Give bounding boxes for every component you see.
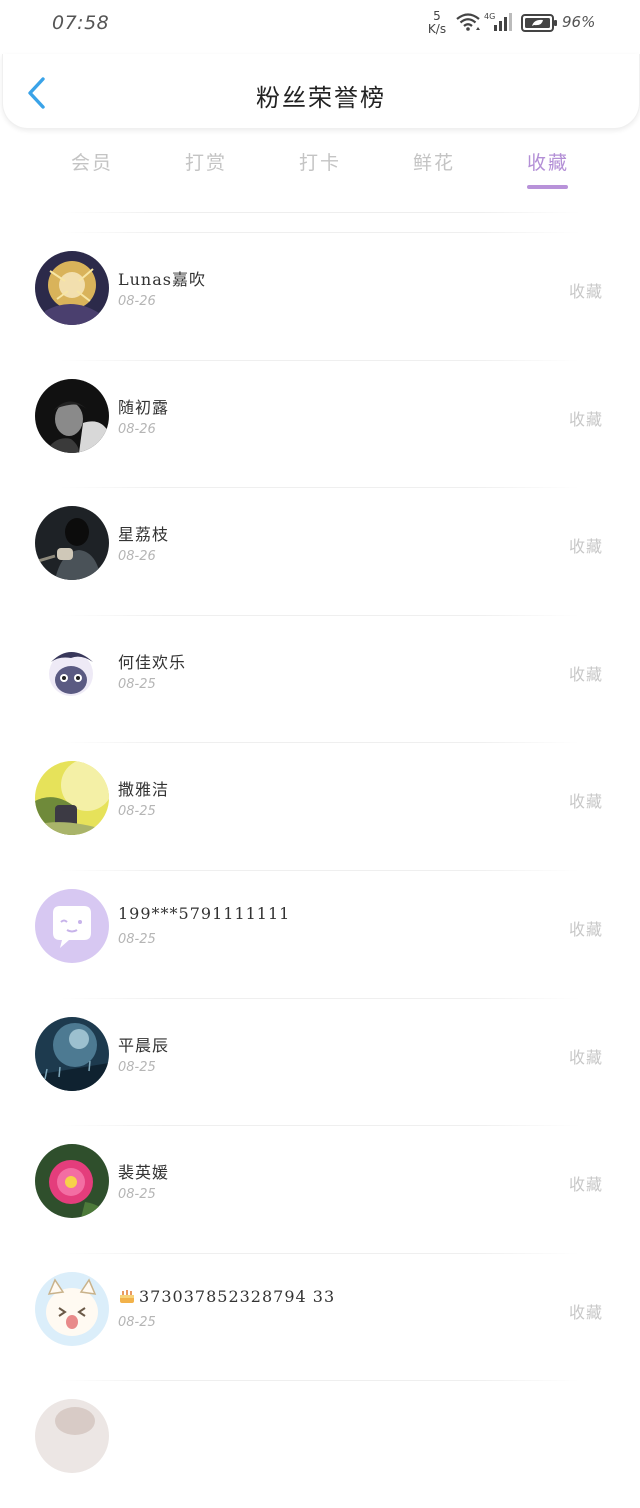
- avatar[interactable]: [35, 633, 109, 708]
- list-item[interactable]: 平晨辰 08-25 收藏: [0, 997, 640, 1126]
- action-label: 收藏: [569, 282, 604, 301]
- date: 08-25: [118, 1187, 156, 1203]
- list-item-partial[interactable]: [0, 1380, 640, 1508]
- date: 08-25: [118, 804, 156, 820]
- divider: [60, 742, 580, 744]
- action-label: 收藏: [569, 664, 604, 684]
- list-item[interactable]: 撒雅洁 08-25 收藏: [0, 742, 640, 870]
- list-item[interactable]: Lunas嘉吹 08-26 收藏: [0, 232, 640, 360]
- divider: [60, 614, 580, 616]
- divider: [60, 1252, 580, 1254]
- date: 08-26: [118, 421, 156, 437]
- battery-percent: 96%: [562, 13, 596, 31]
- user-name: 裴英媛: [118, 1163, 170, 1183]
- user-name: 何佳欢乐: [118, 652, 187, 672]
- user-name: 星荔枝: [118, 525, 170, 545]
- list-item[interactable]: 星荔枝 08-26 收藏: [0, 487, 640, 615]
- avatar[interactable]: [35, 378, 109, 453]
- signal-label: 4G: [484, 12, 495, 21]
- signal-icon: 4G: [484, 10, 516, 38]
- fan-list: Lunas嘉吹 08-26 收藏 随初露 08-26 收藏 星荔枝 08-26 …: [0, 232, 640, 1508]
- divider: [60, 487, 580, 489]
- user-name: 平晨辰: [118, 1035, 170, 1055]
- page-header: 粉丝荣誉榜: [2, 54, 640, 129]
- avatar[interactable]: [35, 1271, 109, 1346]
- divider: [60, 869, 580, 871]
- user-name: 373037852328794 33: [118, 1287, 335, 1308]
- action-label: 收藏: [569, 537, 604, 557]
- status-bar: 07:58 5 K/s 4G 96%: [0, 0, 640, 50]
- date: 08-26: [118, 294, 156, 309]
- active-tab-indicator: [527, 185, 568, 189]
- date: 08-25: [118, 1314, 156, 1330]
- action-label: 收藏: [569, 1302, 604, 1322]
- user-name-text: 373037852328794 33: [139, 1286, 336, 1306]
- tab-flowers[interactable]: 鲜花: [394, 148, 474, 175]
- action-label: 收藏: [569, 409, 604, 429]
- status-time: 07:58: [52, 12, 110, 34]
- user-name: Lunas嘉吹: [118, 270, 206, 289]
- cake-icon: [118, 1288, 136, 1308]
- user-name: 随初露: [118, 397, 170, 417]
- battery-icon: [521, 13, 559, 37]
- divider: [60, 232, 580, 233]
- list-item[interactable]: 何佳欢乐 08-25 收藏: [0, 614, 640, 743]
- avatar[interactable]: [35, 888, 109, 963]
- avatar[interactable]: [35, 1016, 109, 1091]
- list-item[interactable]: 199***5791111111 08-25 收藏: [0, 869, 640, 998]
- page-title: 粉丝荣誉榜: [256, 84, 386, 112]
- user-name: 199***5791111111: [118, 903, 291, 923]
- action-label: 收藏: [569, 792, 604, 812]
- action-label: 收藏: [569, 1047, 604, 1067]
- date: 08-25: [118, 931, 156, 947]
- list-item[interactable]: 裴英媛 08-25 收藏: [0, 1125, 640, 1253]
- divider: [60, 359, 580, 361]
- avatar[interactable]: [35, 1399, 109, 1474]
- tab-checkin[interactable]: 打卡: [280, 148, 360, 175]
- avatar[interactable]: [35, 761, 109, 836]
- tab-favorites[interactable]: 收藏: [508, 148, 588, 175]
- action-label: 收藏: [569, 919, 604, 939]
- divider: [60, 1380, 580, 1382]
- list-item[interactable]: 随初露 08-26 收藏: [0, 359, 640, 488]
- action-label: 收藏: [569, 1175, 604, 1195]
- user-name: 撒雅洁: [118, 780, 170, 800]
- tab-bar: 会员 打赏 打卡 鲜花 收藏: [0, 140, 640, 200]
- avatar[interactable]: [35, 506, 109, 581]
- divider: [60, 1125, 580, 1127]
- date: 08-25: [118, 1059, 156, 1075]
- network-speed: 5 K/s: [427, 9, 447, 36]
- divider: [60, 212, 580, 213]
- wifi-icon: [456, 12, 482, 36]
- tab-tips[interactable]: 打赏: [166, 148, 246, 175]
- date: 08-25: [118, 676, 156, 692]
- divider: [60, 997, 580, 999]
- tab-membership[interactable]: 会员: [52, 148, 132, 175]
- list-item[interactable]: 373037852328794 33 08-25 收藏: [0, 1252, 640, 1381]
- date: 08-26: [118, 549, 156, 565]
- avatar[interactable]: [35, 1144, 109, 1219]
- avatar[interactable]: [35, 251, 109, 325]
